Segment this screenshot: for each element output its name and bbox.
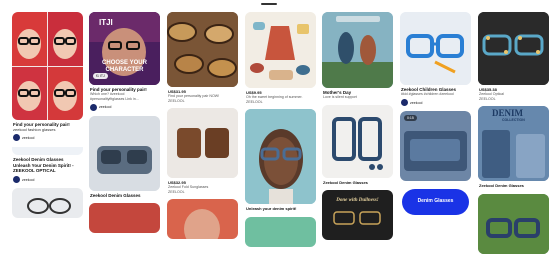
pin-card[interactable]: US$9.95 Oh the sweet beginning of summer… — [245, 12, 316, 107]
pin-label-chip[interactable]: f1 ITJ — [93, 73, 108, 79]
pin-image[interactable] — [12, 147, 83, 156]
author-name: zeekool — [410, 100, 423, 105]
pin-card[interactable]: US$32.95 Zeekool Fold Sunglasses ZEELOOL — [167, 108, 238, 197]
author-name: zeekool — [22, 135, 35, 140]
pin-card[interactable]: 0:15 Denim Glasses — [400, 111, 471, 229]
pin-image[interactable] — [89, 115, 160, 191]
pin-image[interactable] — [478, 193, 549, 254]
overlay-text: DENIM — [492, 108, 523, 119]
pin-card[interactable]: Unleash your denim spirit! — [245, 109, 316, 214]
overlay-text: Denim Glasses — [417, 198, 454, 204]
pin-image[interactable] — [322, 12, 393, 88]
author-name: zeekool — [99, 105, 112, 110]
pin-card[interactable]: US$31.95 Find your personality pair NOW!… — [167, 12, 238, 106]
pin-image[interactable] — [322, 105, 393, 178]
pin-image[interactable] — [400, 12, 471, 85]
avatar — [13, 176, 20, 183]
pin-card[interactable]: Find your personality pair! zeekool fash… — [12, 12, 83, 144]
pin-merchant: ZEELOOL — [479, 96, 496, 101]
pin-card[interactable] — [12, 188, 83, 218]
avatar — [13, 134, 20, 142]
pin-column-4: US$9.95 Oh the sweet beginning of summer… — [245, 12, 316, 247]
pin-card[interactable]: Mother's Day Love is silent support — [322, 12, 393, 103]
pin-column-3: US$31.95 Find your personality pair NOW!… — [167, 12, 238, 240]
drag-handle[interactable] — [261, 3, 277, 5]
pin-description: #kid #glasses #children #zeekool — [401, 92, 454, 97]
pin-column-7: US$35.38 Zeekool Optical ZEELOOL DENIM C… — [478, 12, 549, 254]
pin-image[interactable] — [167, 108, 238, 179]
pin-description: Love is silent support — [323, 95, 357, 100]
pin-column-5: Mother's Day Love is silent support Zeek… — [322, 12, 393, 241]
pin-image[interactable]: Done with Dullness! — [322, 190, 393, 241]
pin-column-1: Find your personality pair! zeekool fash… — [12, 12, 83, 218]
pin-image[interactable] — [167, 12, 238, 87]
pin-card[interactable]: ITJI CHOOSE YOUR CHARACTER f1 ITJ Find y… — [89, 12, 160, 114]
overlay-text: ITJI — [99, 18, 113, 27]
pin-description: Which one? #zeekool #personalityfitglass… — [90, 92, 139, 101]
pin-image[interactable] — [12, 188, 83, 218]
pin-card[interactable]: Zeekool Denim Glasses — [322, 105, 393, 188]
pin-card[interactable] — [478, 193, 549, 254]
pin-column-6: Zeekool Children Glasses #kid #glasses #… — [400, 12, 471, 229]
pin-image[interactable] — [167, 199, 238, 240]
author-name: zeekool — [22, 177, 35, 182]
video-duration-badge: 0:15 — [404, 115, 417, 121]
pin-merchant: ZEELOOL — [246, 99, 263, 104]
pin-image[interactable] — [12, 12, 83, 120]
pin-image[interactable]: ITJI CHOOSE YOUR CHARACTER f1 ITJ — [89, 12, 160, 85]
pin-image[interactable] — [89, 203, 160, 233]
pin-image[interactable]: DENIM COLLECTION — [478, 106, 549, 182]
pin-image[interactable] — [245, 216, 316, 247]
pin-title: Zeekool Denim Glasses — [90, 192, 141, 198]
pin-card[interactable]: Done with Dullness! — [322, 190, 393, 241]
pin-image[interactable] — [245, 109, 316, 205]
pin-title: Zeekool Denim Glasses — [479, 183, 524, 189]
pin-card[interactable]: Zeekool Denim Glasses Unleash Your Denim… — [12, 147, 83, 186]
pin-column-2: ITJI CHOOSE YOUR CHARACTER f1 ITJ Find y… — [89, 12, 160, 233]
pin-author[interactable]: zeekool — [401, 99, 470, 106]
avatar — [401, 99, 408, 106]
pin-card[interactable] — [245, 216, 316, 247]
overlay-text: CHOOSE YOUR CHARACTER — [102, 60, 147, 73]
avatar — [90, 103, 97, 111]
pin-image[interactable]: 0:15 Denim Glasses — [400, 111, 471, 229]
pin-description: zeekool fashion glasses — [13, 127, 56, 133]
pin-image[interactable] — [245, 12, 316, 88]
pin-merchant: ZEELOOL — [168, 189, 185, 194]
pin-card[interactable]: Zeekool Denim Glasses — [89, 115, 160, 201]
pin-card[interactable] — [89, 203, 160, 233]
overlay-text: COLLECTION — [502, 118, 525, 123]
pin-author[interactable]: zeekool — [13, 134, 82, 142]
pin-title: Zeekool Denim Glasses — [323, 180, 368, 185]
pin-title: Unleash your denim spirit! — [246, 206, 297, 212]
pin-merchant: ZEELOOL — [168, 98, 185, 103]
pin-card[interactable]: US$35.38 Zeekool Optical ZEELOOL — [478, 12, 549, 104]
pin-description: Unleash Your Denim Spirit! - ZEEKOOL OPT… — [13, 162, 74, 174]
pin-image[interactable] — [478, 12, 549, 85]
pin-author[interactable]: zeekool — [90, 103, 159, 111]
pin-card[interactable]: DENIM COLLECTION Zeekool Denim Glasses — [478, 106, 549, 191]
pin-author[interactable]: zeekool — [13, 176, 82, 183]
pin-card[interactable] — [167, 199, 238, 240]
pin-card[interactable]: Zeekool Children Glasses #kid #glasses #… — [400, 12, 471, 109]
